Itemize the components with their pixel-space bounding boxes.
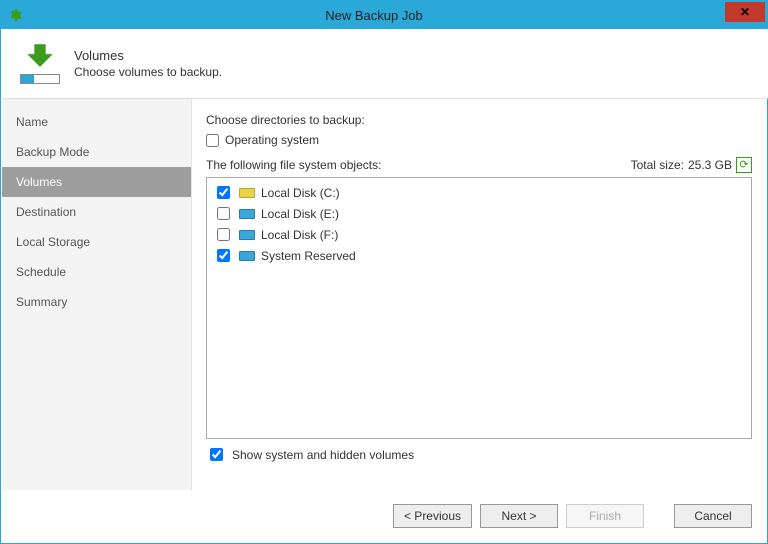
- wizard-step-title: Volumes: [74, 48, 222, 63]
- volume-label: Local Disk (C:): [261, 186, 340, 200]
- sidebar-step-name[interactable]: Name: [2, 107, 191, 137]
- disk-icon: [239, 230, 255, 240]
- sidebar-step-summary[interactable]: Summary: [2, 287, 191, 317]
- volume-label: System Reserved: [261, 249, 356, 263]
- previous-button[interactable]: < Previous: [393, 504, 472, 528]
- close-icon: ✕: [740, 5, 750, 19]
- sidebar-step-volumes[interactable]: Volumes: [2, 167, 191, 197]
- window-frame: New Backup Job ✕ Volumes Choose volumes …: [0, 0, 768, 544]
- next-button[interactable]: Next >: [480, 504, 558, 528]
- wizard-step-subtitle: Choose volumes to backup.: [74, 65, 222, 79]
- volume-checkbox[interactable]: [217, 186, 230, 199]
- wizard-button-bar: < Previous Next > Finish Cancel: [2, 490, 766, 542]
- show-system-checkbox[interactable]: [210, 448, 223, 461]
- wizard-sidebar: Name Backup Mode Volumes Destination Loc…: [2, 99, 192, 490]
- volume-checkbox[interactable]: [217, 249, 230, 262]
- sidebar-step-schedule[interactable]: Schedule: [2, 257, 191, 287]
- volume-item[interactable]: Local Disk (C:): [213, 182, 745, 203]
- sidebar-step-destination[interactable]: Destination: [2, 197, 191, 227]
- os-checkbox[interactable]: [206, 134, 219, 147]
- wizard-main: Choose directories to backup: Operating …: [192, 99, 766, 490]
- disk-icon: [239, 188, 255, 198]
- volume-checkbox[interactable]: [217, 207, 230, 220]
- wizard-header-icon: [16, 40, 64, 88]
- volumes-list: Local Disk (C:) Local Disk (E:) Local Di…: [206, 177, 752, 439]
- disk-icon: [239, 209, 255, 219]
- finish-button: Finish: [566, 504, 644, 528]
- volume-checkbox[interactable]: [217, 228, 230, 241]
- volume-label: Local Disk (F:): [261, 228, 338, 242]
- volume-label: Local Disk (E:): [261, 207, 339, 221]
- total-size-value: 25.3 GB: [688, 158, 732, 172]
- refresh-icon[interactable]: ⟳: [736, 157, 752, 173]
- download-arrow-icon: [23, 44, 57, 70]
- list-header-label: The following file system objects:: [206, 158, 381, 172]
- sidebar-step-backup-mode[interactable]: Backup Mode: [2, 137, 191, 167]
- cancel-button[interactable]: Cancel: [674, 504, 752, 528]
- volume-item[interactable]: System Reserved: [213, 245, 745, 266]
- window-title: New Backup Job: [23, 8, 725, 23]
- show-system-label: Show system and hidden volumes: [232, 448, 414, 462]
- choose-dirs-label: Choose directories to backup:: [206, 113, 752, 127]
- sidebar-step-local-storage[interactable]: Local Storage: [2, 227, 191, 257]
- os-checkbox-row[interactable]: Operating system: [206, 133, 752, 147]
- gear-icon: [7, 7, 23, 23]
- volume-item[interactable]: Local Disk (E:): [213, 203, 745, 224]
- progress-icon: [20, 74, 60, 84]
- total-size-label: Total size:: [631, 158, 684, 172]
- wizard-header: Volumes Choose volumes to backup.: [2, 29, 768, 99]
- show-system-row[interactable]: Show system and hidden volumes: [206, 445, 752, 464]
- disk-icon: [239, 251, 255, 261]
- os-checkbox-label: Operating system: [225, 133, 319, 147]
- volume-item[interactable]: Local Disk (F:): [213, 224, 745, 245]
- titlebar: New Backup Job ✕: [1, 1, 767, 29]
- close-button[interactable]: ✕: [725, 2, 765, 22]
